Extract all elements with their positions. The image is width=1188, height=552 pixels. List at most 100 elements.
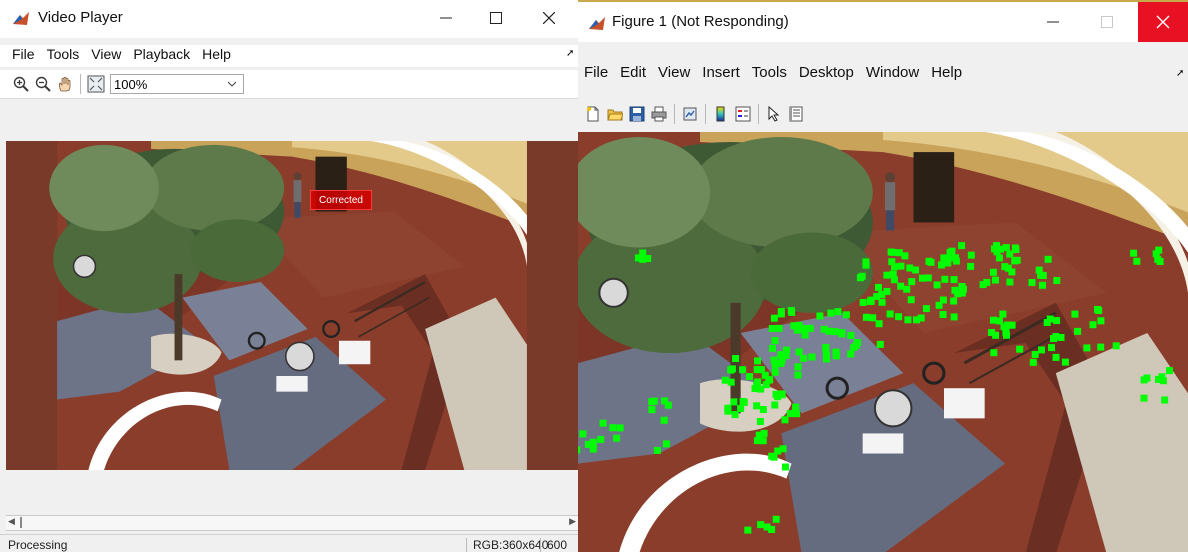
feature-point <box>950 297 958 305</box>
feature-point <box>728 365 736 373</box>
status-bar: Processing RGB:360x640 600 <box>0 534 578 552</box>
feature-point <box>731 411 739 419</box>
property-inspector-icon[interactable] <box>785 103 807 125</box>
feature-point <box>771 368 779 376</box>
menu-file[interactable]: File <box>578 64 614 81</box>
status-frame-number: 600 <box>540 538 567 552</box>
feature-point <box>1061 358 1069 366</box>
feature-point <box>1029 358 1037 366</box>
menu-edit[interactable]: Edit <box>614 64 652 81</box>
minimize-button[interactable] <box>423 0 469 36</box>
insert-colorbar-icon[interactable] <box>710 103 732 125</box>
feature-point <box>933 281 941 289</box>
feature-point <box>940 254 948 262</box>
feature-point <box>832 352 840 360</box>
feature-point <box>889 248 897 256</box>
feature-point <box>903 285 911 293</box>
feature-point <box>775 324 783 332</box>
feature-point <box>918 274 926 282</box>
edit-plot-arrow-icon[interactable] <box>763 103 785 125</box>
feature-point <box>883 288 891 295</box>
feature-point <box>822 343 830 351</box>
feature-point <box>1152 250 1160 258</box>
feature-point <box>768 325 776 332</box>
feature-point <box>578 446 581 454</box>
video-image <box>6 141 578 470</box>
menu-desktop[interactable]: Desktop <box>793 64 860 81</box>
menu-help[interactable]: Help <box>196 45 237 67</box>
feature-point <box>1039 281 1046 289</box>
feature-point <box>842 311 850 319</box>
menu-window[interactable]: Window <box>860 64 925 81</box>
menu-help[interactable]: Help <box>925 64 968 81</box>
minimize-icon <box>440 17 452 19</box>
feature-point <box>746 373 754 380</box>
insert-legend-icon[interactable] <box>732 103 754 125</box>
maximize-icon <box>490 12 502 24</box>
feature-point <box>790 322 798 330</box>
feature-point <box>990 349 998 357</box>
zoom-out-icon[interactable] <box>32 73 54 95</box>
feature-point <box>753 402 761 410</box>
feature-point <box>777 310 785 318</box>
maximize-button[interactable] <box>473 0 519 36</box>
zoom-in-icon[interactable] <box>10 73 32 95</box>
feature-point <box>820 325 828 333</box>
close-button[interactable] <box>1138 2 1188 42</box>
link-plot-icon[interactable] <box>679 103 701 125</box>
toolbar-dock-icon[interactable]: ➚ <box>1176 68 1184 79</box>
maximize-button[interactable] <box>1084 4 1130 40</box>
feature-point <box>662 440 670 448</box>
corrected-overlay-label: Corrected <box>310 190 372 210</box>
print-icon[interactable] <box>648 103 670 125</box>
feature-point <box>862 261 870 269</box>
menu-view[interactable]: View <box>652 64 696 81</box>
feature-point <box>770 453 778 461</box>
menu-tools[interactable]: Tools <box>746 64 793 81</box>
feature-point <box>989 268 997 276</box>
feature-point <box>958 283 966 290</box>
feature-point <box>739 398 747 405</box>
feature-point <box>648 406 656 414</box>
feature-point <box>859 298 867 306</box>
close-button[interactable] <box>526 0 572 36</box>
feature-point <box>589 438 597 446</box>
feature-point <box>781 416 789 424</box>
scroll-thumb[interactable] <box>20 517 22 528</box>
feature-point <box>599 419 607 427</box>
feature-point <box>1038 346 1045 354</box>
fit-to-window-icon[interactable] <box>85 73 107 95</box>
feature-point <box>732 355 740 362</box>
new-figure-icon[interactable] <box>582 103 604 125</box>
open-file-icon[interactable] <box>604 103 626 125</box>
feature-point <box>794 363 802 371</box>
scroll-left-icon[interactable]: ◀ <box>8 516 15 527</box>
feature-point <box>1002 329 1010 337</box>
zoom-select[interactable]: 100% <box>110 74 244 94</box>
feature-point <box>1053 277 1061 284</box>
save-icon[interactable] <box>626 103 648 125</box>
feature-point <box>989 316 997 324</box>
menu-file[interactable]: File <box>6 45 41 67</box>
feature-point <box>827 309 835 317</box>
pan-hand-icon[interactable] <box>54 73 76 95</box>
menu-playback[interactable]: Playback <box>127 45 196 67</box>
menu-insert[interactable]: Insert <box>696 64 746 81</box>
horizontal-scrollbar[interactable]: ◀ ▶ <box>6 515 578 531</box>
feature-point <box>1028 279 1036 286</box>
feature-point <box>875 283 882 291</box>
toolbar-dock-icon[interactable]: ➚ <box>566 48 574 59</box>
chevron-down-icon <box>227 81 237 87</box>
toolbar <box>578 100 1188 128</box>
scroll-right-icon[interactable]: ▶ <box>569 516 576 527</box>
minimize-button[interactable] <box>1030 4 1076 40</box>
menu-tools[interactable]: Tools <box>41 45 86 67</box>
feature-point <box>771 401 779 409</box>
feature-point <box>895 313 903 321</box>
feature-point <box>1043 319 1051 326</box>
menu-view[interactable]: View <box>85 45 127 67</box>
feature-point <box>1050 335 1057 342</box>
toolbar-separator <box>674 104 675 124</box>
feature-point <box>755 366 763 374</box>
feature-point <box>979 281 987 289</box>
